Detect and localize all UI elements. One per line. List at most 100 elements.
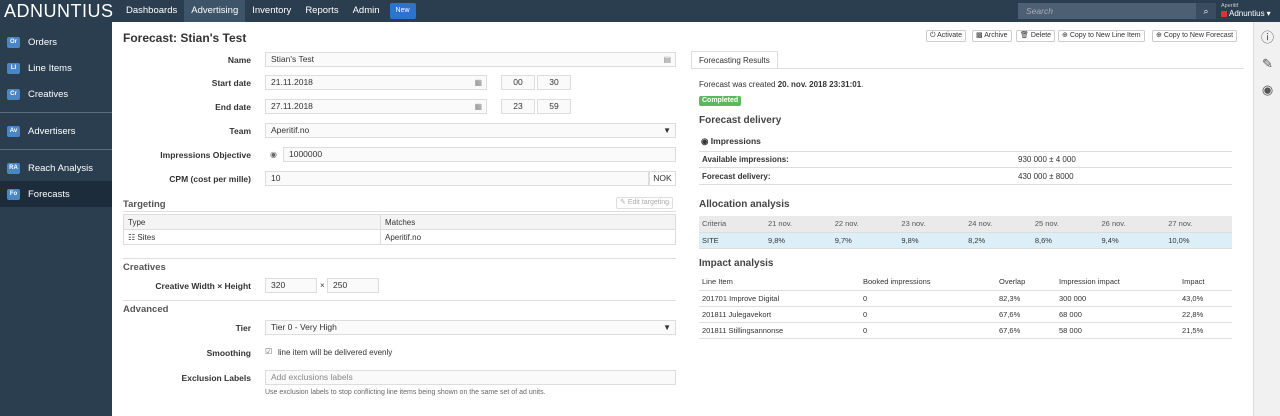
sidebar-item-line-items[interactable]: LI Line Items [0,55,112,81]
nav-advertising[interactable]: Advertising [184,0,246,22]
orders-icon: Or [7,36,20,48]
creative-height-field[interactable]: 250 [327,278,379,293]
start-date-value: 21.11.2018 [271,77,313,87]
team-value: Aperitif.no [271,125,310,135]
sidebar-item-forecasts[interactable]: Fo Forecasts [0,181,112,207]
nav-inventory[interactable]: Inventory [245,0,298,22]
start-date-field[interactable]: 21.11.2018 ▦ [265,75,487,90]
new-button[interactable]: New [389,3,416,19]
delete-button[interactable]: 🗑 Delete [1016,30,1056,42]
sidebar-item-advertisers[interactable]: Av Advertisers [0,118,112,144]
cell: 58 000 [1056,322,1179,339]
pencil-icon[interactable]: ✎ [1254,54,1280,74]
reach-analysis-icon: RA [7,162,20,174]
calendar-icon[interactable]: ▦ [474,76,482,89]
calendar-icon[interactable]: ▦ [474,100,482,113]
forecast-delivery-label: Forecast delivery: [702,172,771,181]
cpm-field[interactable]: 10 [265,171,649,186]
activate-button[interactable]: ⏻ Activate [926,30,967,42]
allocation-analysis-heading: Allocation analysis [699,199,790,210]
end-minute-field[interactable]: 59 [537,99,571,114]
archive-button[interactable]: ▩ Archive [972,30,1012,42]
tier-value: Tier 0 - Very High [271,322,337,332]
flag-icon [1221,11,1227,17]
exclusion-labels-label: Exclusion Labels [181,373,251,383]
search-icon[interactable]: ⌕ [1196,3,1216,19]
created-prefix: Forecast was created [699,80,778,89]
impressions-objective-field[interactable]: 1000000 [283,147,676,162]
sidebar-item-orders[interactable]: Or Orders [0,29,112,55]
line-items-icon: LI [7,62,20,74]
creatives-icon: Cr [7,88,20,100]
cell: 0 [860,290,996,307]
header-cell: Criteria [699,216,765,233]
brand-logo[interactable]: ADNUNTIUS [4,1,114,21]
activate-label: Activate [937,32,963,39]
smoothing-checkbox[interactable]: ☑ [265,347,272,356]
sidebar: Or Orders LI Line Items Cr Creatives Av Adve… [0,22,112,416]
nav-dashboards[interactable]: Dashboards [119,0,184,22]
header-cell: 21 nov. [765,216,832,233]
end-date-label: End date [215,102,251,112]
creative-width-field[interactable]: 320 [265,278,317,293]
status-badge: Completed [699,96,742,106]
created-suffix: . [861,80,864,89]
smoothing-label: Smoothing [206,348,251,358]
forecast-delivery-value: 430 000 ± 8000 [1018,172,1074,181]
sidebar-item-label: Advertisers [28,125,76,137]
sidebar-item-reach-analysis[interactable]: RA Reach Analysis [0,155,112,181]
table-row: 201811 Stillingsannonse 0 67,6% 58 000 21,5% [699,322,1232,339]
copy-to-line-item-button[interactable]: ⊕ Copy to New Line Item [1058,30,1145,42]
nav-reports[interactable]: Reports [298,0,345,22]
right-toolbar: ⓘ ✎ ◉ [1253,22,1280,416]
cpm-currency: NOK [649,171,676,186]
col-matches: Matches [380,214,676,230]
table-row: 201811 Julegavekort 0 67,6% 68 000 22,8% [699,306,1232,323]
end-date-field[interactable]: 27.11.2018 ▦ [265,99,487,114]
cell: 9,8% [765,232,832,249]
header-cell: 22 nov. [831,216,899,233]
eye-icon[interactable]: ◉ [1254,80,1280,100]
header-cell: 23 nov. [898,216,966,233]
impact-analysis-heading: Impact analysis [699,258,774,269]
delete-label: Delete [1030,32,1052,39]
start-hour-field[interactable]: 00 [501,75,535,90]
cell: 201811 Julegavekort [699,306,860,323]
cpm-label: CPM (cost per mille) [169,174,251,184]
forecast-delivery-heading: Forecast delivery [699,115,782,126]
cell: 67,6% [996,322,1056,339]
divider [123,211,676,212]
caret-down-icon: ▼ [663,323,671,332]
tab-forecasting-results[interactable]: Forecasting Results [691,51,778,69]
times-sign: × [320,281,325,290]
edit-targeting-label: Edit targeting [627,199,670,206]
advanced-heading: Advanced [123,304,169,315]
exclusion-labels-input[interactable]: Add exclusions labels [265,370,676,385]
impressions-radio[interactable]: ◉ Impressions [701,136,761,147]
team-label: Team [229,126,251,136]
copy-line-item-label: Copy to New Line Item [1069,32,1141,39]
info-icon[interactable]: ⓘ [1254,28,1280,48]
team-select[interactable]: Aperitif.no ▼ [265,123,676,138]
sidebar-item-creatives[interactable]: Cr Creatives [0,81,112,107]
available-impressions-value: 930 000 ± 4 000 [1018,155,1076,164]
cell: 0 [860,306,996,323]
copy-to-forecast-button[interactable]: ⊕ Copy to New Forecast [1152,30,1238,42]
header-cell: 27 nov. [1165,216,1232,233]
radio-selected-icon[interactable]: ◉ [270,150,277,159]
end-hour-field[interactable]: 23 [501,99,535,114]
header-cell: Booked impressions [860,274,996,291]
smoothing-text: line item will be delivered evenly [278,348,393,357]
user-menu[interactable]: Aperitif Adnuntius ▾ [1221,2,1271,18]
cell: 201701 Improve Digital [699,290,860,307]
archive-label: Archive [984,32,1008,39]
targeting-table: Type Matches ☷ Sites Aperitif.no [123,214,676,245]
search-input[interactable]: Search [1018,3,1196,19]
name-field[interactable]: Stian's Test ▤ [265,52,676,67]
tier-select[interactable]: Tier 0 - Very High ▼ [265,320,676,335]
sidebar-item-label: Orders [28,36,58,48]
edit-targeting-button[interactable]: ✎ Edit targeting [616,197,674,209]
start-minute-field[interactable]: 30 [537,75,571,90]
name-label: Name [227,55,251,65]
nav-admin[interactable]: Admin [346,0,387,22]
